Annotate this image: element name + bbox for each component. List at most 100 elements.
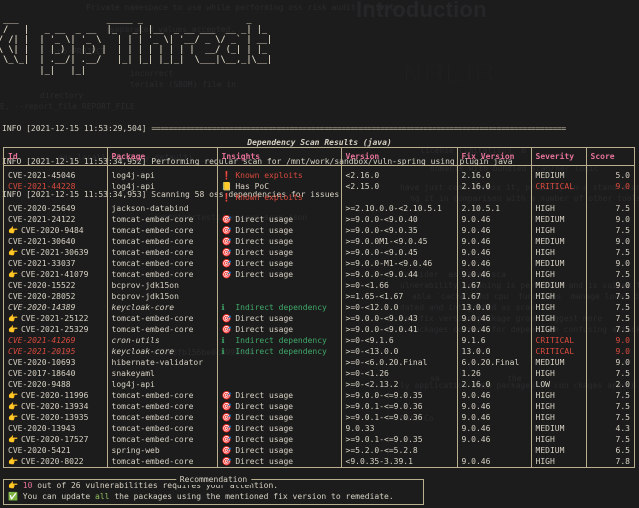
cell-score[interactable]: 2.0 [586,379,634,390]
cell-score[interactable]: 9.0 [586,181,634,203]
cell-fix-version[interactable]: 1.67 [457,280,532,291]
cell-insights[interactable]: 📒 Has PoC ❗ Known exploits [217,181,342,203]
cell-insights[interactable]: ❗ Known exploits [217,165,342,181]
cell-version[interactable]: >=9.0.1-<=9.0.36 [341,412,458,423]
table-row[interactable]: 👉 CVE-2020-8022 tomcat-embed-core 🎯 Direct … [4,456,634,467]
cell-fix-version[interactable]: 1.67 [457,291,532,302]
cell-score[interactable]: 7.5 [586,203,634,214]
cell-version[interactable]: >=9.0.0-<9.0.41 [341,324,458,335]
cell-version[interactable]: >=9.0.0-<9.0.45 [341,247,458,258]
cell-score[interactable]: 9.0 [586,346,634,357]
cell-package[interactable]: tomcat-embed-core [107,390,218,401]
cell-version[interactable]: >=9.0.1-<=9.0.35 [341,434,458,445]
cell-severity[interactable]: LOW [531,379,587,390]
cell-severity[interactable]: HIGH [531,456,587,467]
cell-score[interactable]: 7.5 [586,390,634,401]
cell-package[interactable]: snakeyaml [107,368,218,379]
cell-severity[interactable]: CRITICAL [531,335,587,346]
cell-package[interactable]: log4j-api [107,379,218,390]
cell-fix-version[interactable]: 9.0.46 [457,258,532,269]
cell-insights[interactable] [217,357,342,368]
cell-version[interactable]: <2.15.0 [341,181,458,203]
cell-insights[interactable]: 🎯 Direct usage [217,401,342,412]
cell-insights[interactable]: 🎯 Direct usage [217,324,342,335]
cell-id[interactable]: CVE-2021-41269 [4,335,108,346]
cell-package[interactable]: bcprov-jdk15on [107,291,218,302]
cell-fix-version[interactable]: 9.0.46 [457,434,532,445]
table-row[interactable]: 👉 CVE-2020-13935 tomcat-embed-core 🎯 Direct… [4,412,634,423]
cell-severity[interactable]: MEDIUM [531,423,587,434]
cell-id[interactable]: CVE-2021-45046 [4,165,108,181]
cell-severity[interactable]: HIGH [531,313,587,324]
table-row[interactable]: CVE-2020-9488 log4j-api >=0-<2.13.2 2.16.0 L… [4,379,634,390]
cell-version[interactable]: >=9.0.0-<9.0.44 [341,269,458,280]
cell-fix-version[interactable]: 9.0.46 [457,412,532,423]
cell-version[interactable]: >=2.10.0.0-<2.10.5.1 [341,203,458,214]
cell-id[interactable]: CVE-2017-18640 [4,368,108,379]
cell-score[interactable]: 9.0 [586,335,634,346]
cell-id[interactable]: CVE-2021-20195 [4,346,108,357]
cell-score[interactable]: 9.0 [586,258,634,269]
cell-version[interactable]: >=1.65-<1.67 [341,291,458,302]
cell-version[interactable]: >=0-<12.0.0 [341,302,458,313]
cell-score[interactable]: 7.5 [586,291,634,302]
cell-id[interactable]: CVE-2020-9488 [4,379,108,390]
cell-fix-version[interactable]: 9.0.46 [457,313,532,324]
cell-fix-version[interactable]: 9.1.6 [457,335,532,346]
cell-severity[interactable]: MEDIUM [531,357,587,368]
table-row[interactable]: 👉 CVE-2021-30639 tomcat-embed-core 🎯 Direct… [4,247,634,258]
cell-insights[interactable]: 🎯 Direct usage [217,236,342,247]
cell-id[interactable]: CVE-2020-25649 [4,203,108,214]
cell-version[interactable]: >=9.0.0-<9.0.40 [341,214,458,225]
cell-severity[interactable]: MEDIUM [531,165,587,181]
table-row[interactable]: CVE-2021-41269 cron-utils ℹ Indirect depen… [4,335,634,346]
cell-fix-version[interactable]: 9.0.46 [457,214,532,225]
cell-score[interactable]: 7.5 [586,302,634,313]
cell-insights[interactable]: 🎯 Direct usage [217,247,342,258]
cell-score[interactable]: 7.5 [586,225,634,236]
cell-score[interactable]: 7.5 [586,401,634,412]
cell-package[interactable]: spring-web [107,445,218,456]
cell-fix-version[interactable]: 9.0.46 [457,456,532,467]
cell-fix-version[interactable] [457,445,532,456]
cell-fix-version[interactable]: 9.0.46 [457,269,532,280]
cell-version[interactable]: >=9.0.0-M1-<9.0.46 [341,258,458,269]
table-row[interactable]: CVE-2020-25649 jackson-databind >=2.10.0.0… [4,203,634,214]
cell-fix-version[interactable]: 9.0.46 [457,247,532,258]
cell-severity[interactable]: HIGH [531,302,587,313]
cell-version[interactable]: >=5.2.0-<=5.2.8 [341,445,458,456]
table-row[interactable]: CVE-2020-5421 spring-web 🎯 Direct usage >=5… [4,445,634,456]
cell-package[interactable]: tomcat-embed-core [107,324,218,335]
cell-package[interactable]: bcprov-jdk15on [107,280,218,291]
cell-fix-version[interactable]: 13.0.0 [457,346,532,357]
table-row[interactable]: CVE-2017-18640 snakeyaml >=0-<1.26 1.26 HIGH… [4,368,634,379]
cell-id[interactable]: CVE-2021-33037 [4,258,108,269]
cell-severity[interactable]: HIGH [531,401,587,412]
cell-package[interactable]: tomcat-embed-core [107,225,218,236]
cell-id[interactable]: 👉 CVE-2020-13934 [4,401,108,412]
cell-id[interactable]: 👉 CVE-2021-25329 [4,324,108,335]
cell-version[interactable]: <9.0.35-3.39.1 [341,456,458,467]
table-row[interactable]: CVE-2021-44228 log4j-api 📒 Has PoC ❗ Known … [4,181,634,203]
cell-severity[interactable]: HIGH [531,247,587,258]
cell-package[interactable]: tomcat-embed-core [107,456,218,467]
column-header-package[interactable]: Package [107,148,218,166]
column-header-fix-version[interactable]: Fix Version [457,148,532,166]
cell-severity[interactable]: HIGH [531,203,587,214]
cell-id[interactable]: CVE-2020-5421 [4,445,108,456]
cell-severity[interactable]: HIGH [531,390,587,401]
cell-package[interactable]: jackson-databind [107,203,218,214]
cell-package[interactable]: tomcat-embed-core [107,247,218,258]
cell-severity[interactable]: HIGH [531,434,587,445]
cell-version[interactable]: >=9.0.0-<9.0.43 [341,313,458,324]
cell-package[interactable]: tomcat-embed-core [107,434,218,445]
cell-fix-version[interactable]: 9.0.46 [457,423,532,434]
cell-score[interactable]: 5.0 [586,166,634,182]
cell-score[interactable]: 7.5 [586,412,634,423]
cell-id[interactable]: 👉 CVE-2021-30639 [4,247,108,258]
cell-severity[interactable]: HIGH [531,412,587,423]
cell-id[interactable]: 👉 CVE-2021-25122 [4,313,108,324]
cell-insights[interactable]: ℹ Indirect dependency [217,346,342,357]
cell-id[interactable]: 👉 CVE-2021-41079 [4,269,108,280]
cell-fix-version[interactable]: 9.0.46 [457,225,532,236]
